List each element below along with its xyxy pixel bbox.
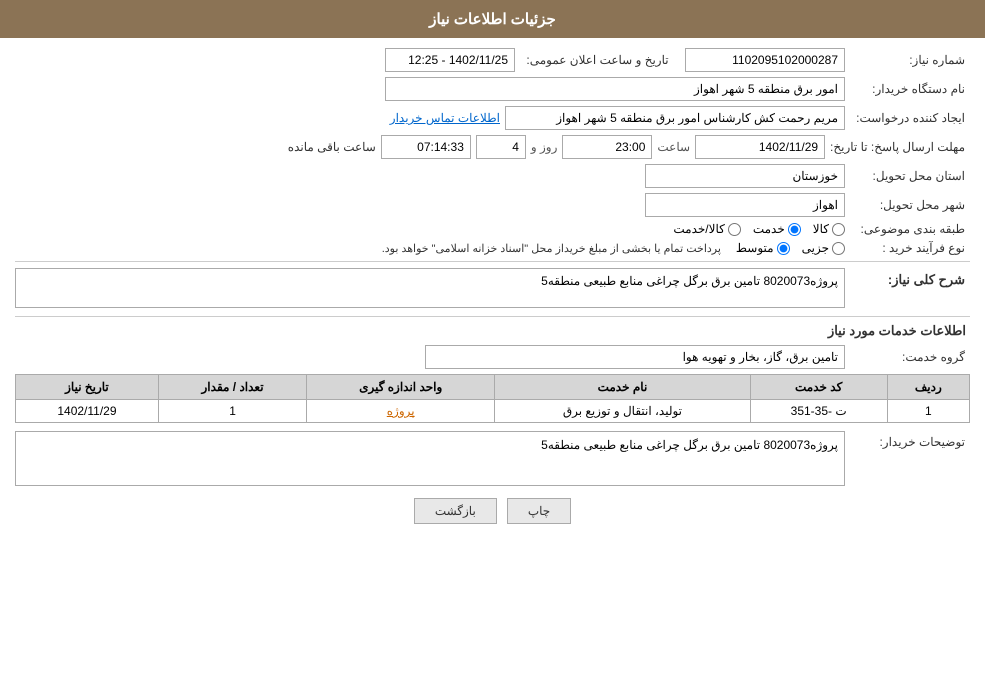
nam-dastgah-label: نام دستگاه خریدار: <box>850 82 970 96</box>
ostan-row: استان محل تحویل: <box>15 164 970 188</box>
tabaqe-khadamat-radio[interactable] <box>788 223 801 236</box>
cell-tedad: 1 <box>158 400 306 423</box>
nooe-motawaset-label: متوسط <box>736 241 774 255</box>
nooe-farayand-row: نوع فرآیند خرید : جزیی متوسط پرداخت تمام… <box>15 241 970 255</box>
tabaqe-kala-label: کالا <box>813 222 829 236</box>
mohlet-saat-label: ساعت <box>657 140 690 154</box>
page-container: جزئیات اطلاعات نیاز شماره نیاز: تاریخ و … <box>0 0 985 691</box>
nooe-farayand-radio-group: جزیی متوسط <box>736 241 845 255</box>
col-tarikh: تاریخ نیاز <box>16 375 159 400</box>
tawsif-box: پروژه8020073 تامین برق برگل چراغی منابع … <box>15 431 845 486</box>
content-area: شماره نیاز: تاریخ و ساعت اعلان عمومی: نا… <box>0 38 985 544</box>
table-row: 1 ت -35-351 تولید، انتقال و توزیع برق پر… <box>16 400 970 423</box>
col-tedad: تعداد / مقدار <box>158 375 306 400</box>
mohlet-roz-input[interactable] <box>476 135 526 159</box>
shahr-label: شهر محل تحویل: <box>850 198 970 212</box>
mohlet-label: مهلت ارسال پاسخ: تا تاریخ: <box>830 140 970 154</box>
cell-tarikh: 1402/11/29 <box>16 400 159 423</box>
tawsif-label: توضیحات خریدار: <box>850 431 970 449</box>
col-vahed: واحد اندازه گیری <box>307 375 495 400</box>
tabaqe-kala-radio[interactable] <box>832 223 845 236</box>
sherh-niaz-value: پروژه8020073 تامین برق برگل چراغی منابع … <box>541 274 838 288</box>
ostan-input[interactable] <box>645 164 845 188</box>
tawsif-content: پروژه8020073 تامین برق برگل چراغی منابع … <box>15 431 845 486</box>
tabaqe-kala[interactable]: کالا <box>813 222 845 236</box>
col-nam: نام خدمت <box>495 375 750 400</box>
sherh-niaz-label: شرح کلی نیاز: <box>850 268 970 288</box>
group-khadamat-row: گروه خدمت: <box>15 345 970 369</box>
tabaqe-radio-group: کالا خدمت کالا/خدمت <box>673 222 845 236</box>
mohlet-roz-label: روز و <box>531 140 558 154</box>
tarikh-label: تاریخ و ساعت اعلان عمومی: <box>520 53 680 67</box>
divider-2 <box>15 316 970 317</box>
nooe-farayand-label: نوع فرآیند خرید : <box>850 241 970 255</box>
page-title: جزئیات اطلاعات نیاز <box>429 11 556 28</box>
mohlet-row: مهلت ارسال پاسخ: تا تاریخ: ساعت روز و سا… <box>15 135 970 159</box>
nooe-jazei[interactable]: جزیی <box>802 241 845 255</box>
cell-nam: تولید، انتقال و توزیع برق <box>495 400 750 423</box>
tabaqe-both-radio[interactable] <box>728 223 741 236</box>
back-button[interactable]: بازگشت <box>414 498 497 524</box>
ettelaat-tamas-link[interactable]: اطلاعات تماس خریدار <box>390 111 500 125</box>
mohlet-date-input[interactable] <box>695 135 825 159</box>
services-table: ردیف کد خدمت نام خدمت واحد اندازه گیری ت… <box>15 374 970 423</box>
shahr-row: شهر محل تحویل: <box>15 193 970 217</box>
ijad-label: ایجاد کننده درخواست: <box>850 111 970 125</box>
tabaqe-both-label: کالا/خدمت <box>673 222 724 236</box>
table-header: ردیف کد خدمت نام خدمت واحد اندازه گیری ت… <box>16 375 970 400</box>
sherh-niaz-row: شرح کلی نیاز: پروژه8020073 تامین برق برگ… <box>15 268 970 308</box>
table-body: 1 ت -35-351 تولید، انتقال و توزیع برق پر… <box>16 400 970 423</box>
sherh-niaz-content: پروژه8020073 تامین برق برگل چراغی منابع … <box>15 268 845 308</box>
group-khadamat-label: گروه خدمت: <box>850 350 970 364</box>
nooe-jazei-label: جزیی <box>802 241 829 255</box>
print-button[interactable]: چاپ <box>507 498 571 524</box>
page-header: جزئیات اطلاعات نیاز <box>0 0 985 38</box>
tabaqe-row: طبقه بندی موضوعی: کالا خدمت کالا/خدمت <box>15 222 970 236</box>
ijad-input[interactable] <box>505 106 845 130</box>
nooe-farayand-desc: پرداخت تمام یا بخشی از مبلغ خریداز محل "… <box>382 242 721 255</box>
nam-dastgah-row: نام دستگاه خریدار: <box>15 77 970 101</box>
nooe-motawaset-radio[interactable] <box>777 242 790 255</box>
nooe-motawaset[interactable]: متوسط <box>736 241 790 255</box>
mohlet-saat-input[interactable] <box>562 135 652 159</box>
divider-1 <box>15 261 970 262</box>
tarikh-input[interactable] <box>385 48 515 72</box>
tabaqe-khadamat-label: خدمت <box>753 222 785 236</box>
shomara-niaz-label: شماره نیاز: <box>850 53 970 67</box>
col-radif: ردیف <box>887 375 969 400</box>
tabaqe-kala-khadamat[interactable]: کالا/خدمت <box>673 222 740 236</box>
nam-dastgah-input[interactable] <box>385 77 845 101</box>
ijad-row: ایجاد کننده درخواست: اطلاعات تماس خریدار <box>15 106 970 130</box>
col-kod: کد خدمت <box>750 375 887 400</box>
cell-vahed[interactable]: پروژه <box>307 400 495 423</box>
tawsif-row: توضیحات خریدار: پروژه8020073 تامین برق ب… <box>15 431 970 486</box>
ostan-label: استان محل تحویل: <box>850 169 970 183</box>
shomara-niaz-row: شماره نیاز: تاریخ و ساعت اعلان عمومی: <box>15 48 970 72</box>
mohlet-remain-input[interactable] <box>381 135 471 159</box>
cell-radif: 1 <box>887 400 969 423</box>
table-header-row: ردیف کد خدمت نام خدمت واحد اندازه گیری ت… <box>16 375 970 400</box>
tabaqe-khadamat[interactable]: خدمت <box>753 222 801 236</box>
cell-kod: ت -35-351 <box>750 400 887 423</box>
tabaqe-label: طبقه بندی موضوعی: <box>850 222 970 236</box>
group-khadamat-input[interactable] <box>425 345 845 369</box>
mohlet-remain-label: ساعت باقی مانده <box>288 140 376 154</box>
shomara-niaz-input[interactable] <box>685 48 845 72</box>
shahr-input[interactable] <box>645 193 845 217</box>
nooe-jazei-radio[interactable] <box>832 242 845 255</box>
service-section-title: اطلاعات خدمات مورد نیاز <box>15 323 970 339</box>
tawsif-value: پروژه8020073 تامین برق برگل چراغی منابع … <box>541 438 838 452</box>
button-row: چاپ بازگشت <box>15 498 970 524</box>
